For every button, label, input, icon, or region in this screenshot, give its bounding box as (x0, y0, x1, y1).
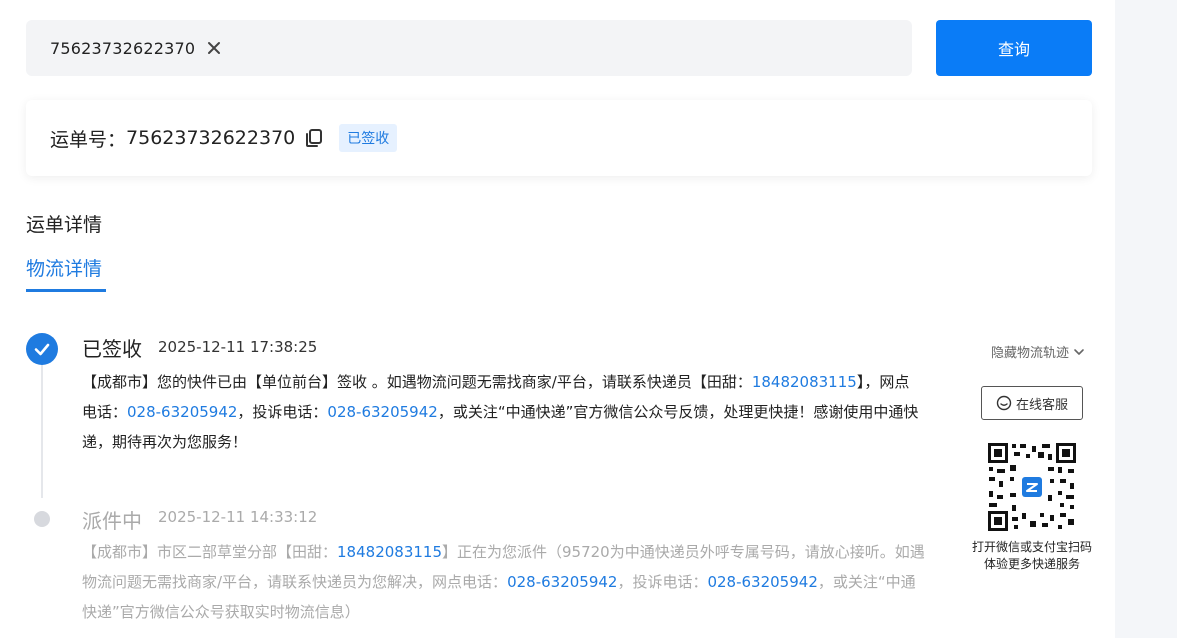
complaint-phone-link[interactable]: 028-63205942 (327, 403, 437, 421)
section-title: 运单详情 (26, 214, 103, 236)
online-service-button[interactable]: 在线客服 (981, 386, 1083, 420)
chevron-down-icon (1073, 346, 1085, 358)
event-description: 【成都市】市区二部草堂分部【田甜：18482083115】正在为您派件（9572… (82, 537, 927, 627)
tab-underline (26, 289, 106, 292)
search-input[interactable]: 75623732622370 (50, 39, 195, 58)
timeline-dot (34, 511, 50, 527)
waybill-card: 运单号： 75623732622370 已签收 (26, 100, 1092, 176)
desc-text: ，投诉电话： (237, 403, 328, 421)
desc-text: 【成都市】您的快件已由【单位前台】签收 。如遇物流问题无需找商家/平台，请联系快… (82, 373, 752, 391)
waybill-number: 75623732622370 (126, 127, 296, 149)
desc-text: 【成都市】市区二部草堂分部【田甜： (82, 543, 338, 561)
event-status: 派件中 (82, 509, 142, 533)
search-box[interactable]: 75623732622370 (26, 20, 912, 76)
hide-track-toggle[interactable]: 隐藏物流轨迹 (991, 342, 1085, 361)
complaint-phone-link[interactable]: 028-63205942 (707, 573, 817, 591)
check-icon (26, 333, 58, 365)
query-button[interactable]: 查询 (936, 20, 1092, 76)
site-phone-link[interactable]: 028-63205942 (507, 573, 617, 591)
copy-icon[interactable] (303, 127, 325, 149)
main-panel: 75623732622370 查询 运单号： 75623732622370 已签… (0, 0, 1115, 638)
online-service-label: 在线客服 (1015, 397, 1068, 413)
qr-caption: 打开微信或支付宝扫码 体验更多快递服务 (962, 539, 1102, 573)
courier-phone-link[interactable]: 18482083115 (752, 373, 857, 391)
qr-code-image (987, 442, 1077, 532)
qr-caption-line2: 体验更多快递服务 (983, 557, 1080, 571)
site-phone-link[interactable]: 028-63205942 (127, 403, 237, 421)
event-time: 2025-12-11 17:38:25 (158, 338, 318, 356)
hide-track-label: 隐藏物流轨迹 (991, 346, 1070, 361)
close-icon[interactable] (205, 39, 223, 57)
tab-logistics-details[interactable]: 物流详情 (26, 254, 102, 281)
qr-caption-line1: 打开微信或支付宝扫码 (971, 540, 1092, 554)
timeline-line (41, 364, 43, 498)
status-badge: 已签收 (339, 124, 398, 152)
event-status: 已签收 (82, 337, 142, 361)
courier-phone-link[interactable]: 18482083115 (337, 543, 442, 561)
waybill-label: 运单号： (50, 128, 127, 151)
desc-text: ，投诉电话： (617, 573, 708, 591)
chat-icon (996, 395, 1012, 411)
event-time: 2025-12-11 14:33:12 (158, 508, 318, 526)
event-description: 【成都市】您的快件已由【单位前台】签收 。如遇物流问题无需找商家/平台，请联系快… (82, 367, 922, 457)
